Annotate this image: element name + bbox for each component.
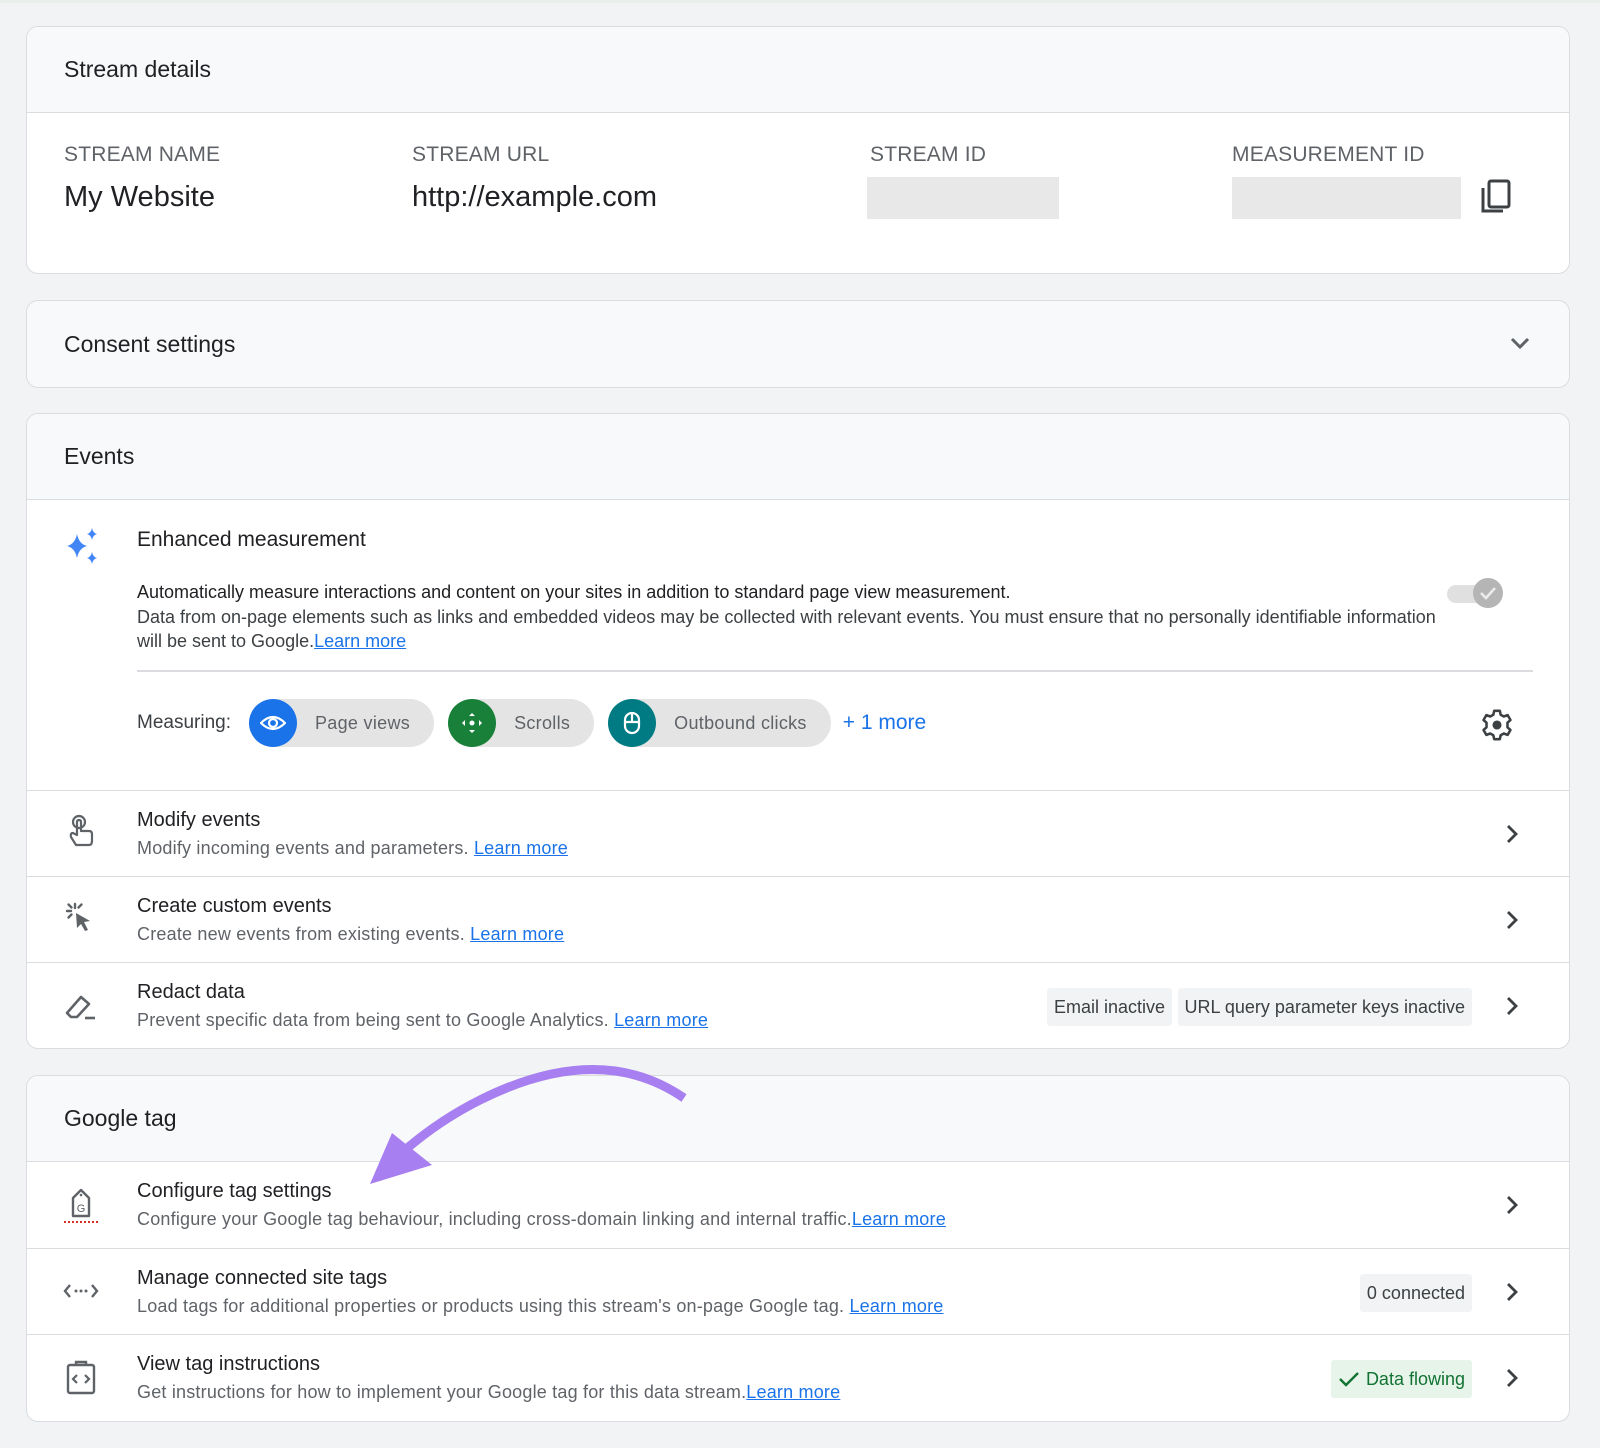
row-subtitle: Create new events from existing events. … (137, 924, 564, 945)
stream-id-redacted (867, 177, 1059, 219)
check-icon (1339, 1372, 1359, 1387)
eye-icon (249, 699, 297, 747)
card-title: Google tag (27, 1076, 1569, 1162)
stream-name-field: STREAM NAME My Website (64, 143, 220, 214)
chevron-down-icon[interactable] (1509, 335, 1531, 351)
measurement-id-field: MEASUREMENT ID (1232, 143, 1425, 167)
card-title: Events (27, 414, 1569, 500)
row-title: View tag instructions (137, 1353, 321, 1375)
field-label: STREAM ID (870, 143, 987, 166)
chevron-right-icon[interactable] (1505, 1281, 1519, 1303)
mouse-icon (608, 699, 657, 747)
subtitle-text: Create new events from existing events. (137, 924, 471, 944)
chip-page-views[interactable]: Page views (249, 699, 435, 747)
redact-data-row[interactable]: Redact data Prevent specific data from b… (27, 962, 1569, 1048)
manage-connected-site-tags-row[interactable]: Manage connected site tags Load tags for… (27, 1248, 1569, 1334)
subtitle-text: Configure your Google tag behaviour, inc… (137, 1209, 852, 1229)
chevron-right-icon[interactable] (1505, 909, 1519, 931)
description-lead: Automatically measure interactions and c… (137, 582, 1011, 602)
google-tag-card: Google tag G Configure tag settings Conf… (26, 1075, 1570, 1422)
chevron-right-icon[interactable] (1505, 823, 1519, 845)
google-tag-icon: G (64, 1188, 98, 1223)
divider (137, 670, 1533, 672)
learn-more-link[interactable]: Learn more (852, 1209, 946, 1229)
row-title: Redact data (137, 981, 245, 1003)
eraser-icon (65, 995, 95, 1020)
learn-more-link[interactable]: Learn more (314, 631, 406, 651)
chip-label: Scrolls (514, 712, 571, 733)
measuring-row: Measuring: Page views Scrolls Outbound c… (137, 698, 926, 748)
badge-label: Data flowing (1365, 1368, 1465, 1389)
learn-more-link[interactable]: Learn more (849, 1296, 943, 1316)
events-card: Events Enhanced measurement Automaticall… (26, 413, 1570, 1049)
learn-more-link[interactable]: Learn more (474, 838, 568, 858)
url-query-status-badge: URL query parameter keys inactive (1177, 988, 1472, 1026)
row-subtitle: Get instructions for how to implement yo… (137, 1382, 840, 1403)
chip-label: Outbound clicks (674, 712, 807, 733)
chevron-right-icon[interactable] (1505, 1367, 1519, 1389)
email-status-badge: Email inactive (1046, 988, 1172, 1026)
enhanced-measurement-title: Enhanced measurement (137, 528, 366, 551)
more-link[interactable]: + 1 more (843, 711, 926, 735)
learn-more-link[interactable]: Learn more (470, 924, 564, 944)
cursor-click-icon (65, 902, 90, 931)
field-label: STREAM URL (412, 143, 550, 166)
svg-text:G: G (77, 1203, 86, 1215)
enhanced-measurement-toggle[interactable] (1447, 578, 1503, 608)
row-title: Manage connected site tags (137, 1267, 388, 1289)
stream-details-card: Stream details STREAM NAME My Website ST… (26, 26, 1570, 274)
field-label: STREAM NAME (64, 143, 221, 166)
measuring-label: Measuring: (137, 712, 231, 733)
card-title: Consent settings (27, 301, 1569, 387)
consent-settings-card[interactable]: Consent settings (26, 300, 1570, 388)
field-label: MEASUREMENT ID (1232, 143, 1425, 166)
row-title: Configure tag settings (137, 1180, 332, 1202)
top-edge-strip (0, 0, 1600, 3)
check-icon (1480, 587, 1496, 600)
gear-icon[interactable] (1480, 708, 1514, 742)
chevron-right-icon[interactable] (1505, 1194, 1519, 1216)
row-subtitle: Load tags for additional properties or p… (137, 1296, 944, 1317)
subtitle-text: Modify incoming events and parameters. (137, 838, 474, 858)
touch-icon (69, 814, 94, 847)
stream-id-field: STREAM ID (870, 143, 986, 167)
data-flowing-badge: Data flowing (1330, 1360, 1472, 1398)
card-title: Stream details (27, 27, 1569, 113)
enhanced-measurement-section: Enhanced measurement Automatically measu… (27, 500, 1569, 790)
chip-outbound-clicks[interactable]: Outbound clicks (608, 699, 831, 747)
row-subtitle: Modify incoming events and parameters. L… (137, 838, 568, 859)
subtitle-text: Get instructions for how to implement yo… (137, 1382, 747, 1402)
configure-tag-settings-row[interactable]: G Configure tag settings Configure your … (27, 1162, 1569, 1248)
view-tag-instructions-row[interactable]: View tag instructions Get instructions f… (27, 1334, 1569, 1420)
stream-url-field: STREAM URL http://example.com (412, 143, 657, 214)
row-title: Create custom events (137, 895, 332, 917)
subtitle-text: Prevent specific data from being sent to… (137, 1010, 615, 1030)
stream-name-value: My Website (64, 181, 215, 213)
chevron-right-icon[interactable] (1505, 995, 1519, 1017)
modify-events-row[interactable]: Modify events Modify incoming events and… (27, 790, 1569, 876)
toggle-knob (1473, 578, 1503, 608)
clipboard-code-icon (66, 1360, 96, 1395)
chip-label: Page views (315, 712, 411, 733)
copy-icon[interactable] (1479, 179, 1513, 215)
create-custom-events-row[interactable]: Create custom events Create new events f… (27, 876, 1569, 962)
row-subtitle: Configure your Google tag behaviour, inc… (137, 1209, 946, 1230)
stream-url-value: http://example.com (412, 181, 657, 213)
learn-more-link[interactable]: Learn more (614, 1010, 708, 1030)
enhanced-measurement-description: Automatically measure interactions and c… (137, 580, 1437, 654)
code-dots-icon (63, 1284, 99, 1298)
row-subtitle: Prevent specific data from being sent to… (137, 1010, 708, 1031)
subtitle-text: Load tags for additional properties or p… (137, 1296, 850, 1316)
scroll-arrows-icon (448, 699, 497, 747)
connected-count-badge: 0 connected (1359, 1274, 1472, 1312)
sparkle-icon (67, 528, 97, 564)
learn-more-link[interactable]: Learn more (746, 1382, 840, 1402)
chip-scrolls[interactable]: Scrolls (448, 699, 595, 747)
row-title: Modify events (137, 809, 261, 831)
measurement-id-redacted (1232, 177, 1461, 219)
